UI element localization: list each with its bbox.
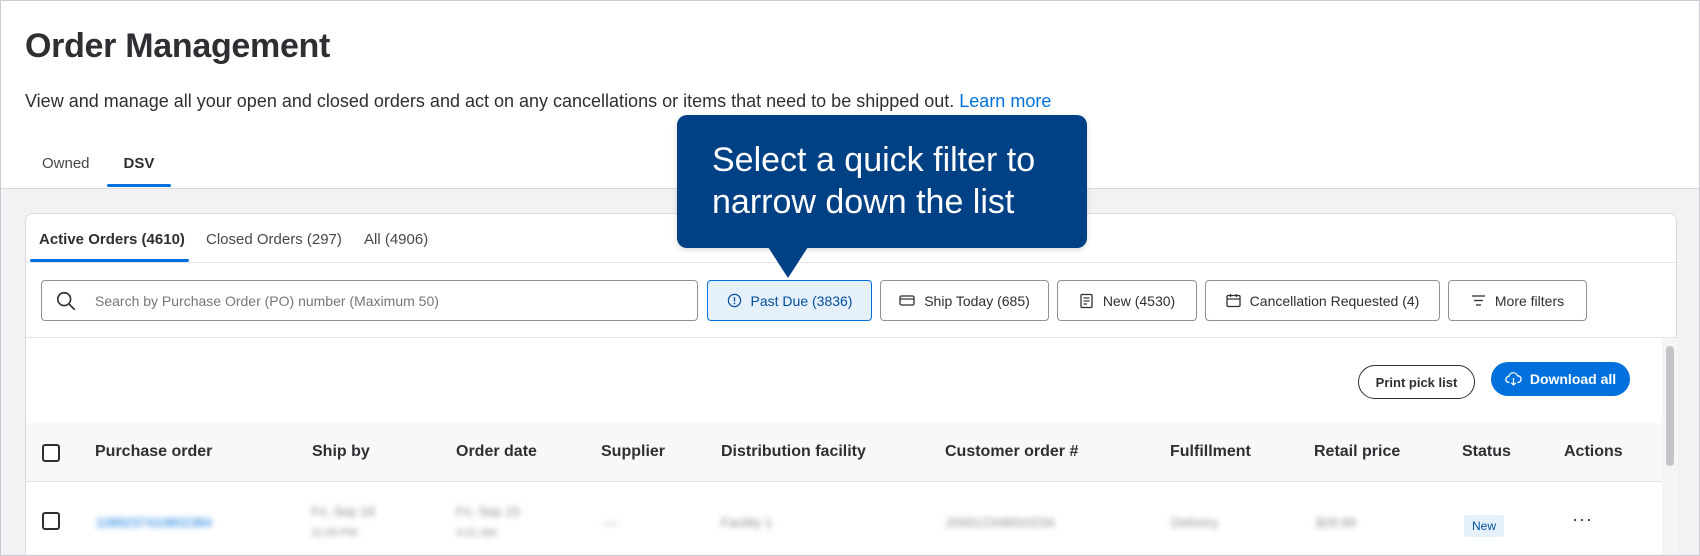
order-date-time: 4:21 AM [456, 527, 497, 539]
distribution-facility-value: Facility 1 [721, 515, 773, 530]
alert-circle-icon [727, 293, 741, 308]
select-all-checkbox[interactable] [42, 444, 60, 462]
filter-cancellation-requested[interactable]: Cancellation Requested (4) [1205, 280, 1440, 321]
tooltip-line-2: narrow down the list [712, 183, 1015, 221]
calendar-x-icon [1226, 294, 1241, 308]
ship-by-time: 11:59 PM [311, 527, 358, 539]
app-window: Order Management View and manage all you… [0, 0, 1700, 556]
filter-new[interactable]: New (4530) [1057, 280, 1197, 321]
filter-ship-today-label: Ship Today (685) [924, 292, 1030, 309]
table-scrollbar[interactable] [1662, 338, 1678, 555]
supplier-value: — [604, 515, 617, 530]
learn-more-link[interactable]: Learn more [959, 91, 1051, 111]
col-purchase-order[interactable]: Purchase order [95, 443, 212, 461]
filter-ship-today[interactable]: Ship Today (685) [880, 280, 1049, 321]
truck-icon [899, 295, 915, 306]
download-all-label: Download all [1529, 371, 1617, 387]
tab-active-orders[interactable]: Active Orders (4610) [39, 231, 185, 248]
page-description: View and manage all your open and closed… [25, 91, 1051, 112]
table-scrollbar-thumb[interactable] [1666, 346, 1674, 466]
col-order-date[interactable]: Order date [456, 443, 537, 461]
col-fulfillment[interactable]: Fulfillment [1170, 443, 1251, 461]
search-input[interactable]: Search by Purchase Order (PO) number (Ma… [41, 280, 698, 321]
retail-price-value: $29.99 [1316, 515, 1356, 530]
filter-new-label: New (4530) [1102, 292, 1176, 309]
tab-owned[interactable]: Owned [25, 151, 107, 187]
quick-filter-tooltip: Select a quick filter to narrow down the… [677, 115, 1087, 248]
col-status: Status [1462, 443, 1511, 460]
col-customer-order[interactable]: Customer order # [945, 443, 1078, 461]
order-date-value: Fri, Sep 15 [456, 504, 520, 519]
col-distribution-facility[interactable]: Distribution facility [721, 443, 866, 461]
page-title: Order Management [25, 27, 331, 65]
search-placeholder: Search by Purchase Order (PO) number (Ma… [95, 293, 439, 309]
row-checkbox[interactable] [42, 512, 60, 530]
fulfillment-value: Delivery [1171, 515, 1218, 530]
print-pick-list-button[interactable]: Print pick list [1358, 365, 1475, 399]
col-ship-by[interactable]: Ship by [312, 443, 370, 461]
tab-dsv[interactable]: DSV [106, 151, 172, 187]
more-filters-button[interactable]: More filters [1448, 280, 1587, 321]
row-actions-menu-icon[interactable]: ··· [1572, 509, 1593, 530]
cloud-download-icon [1505, 372, 1522, 386]
status-badge: New [1464, 515, 1505, 537]
col-actions: Actions [1564, 443, 1623, 460]
tooltip-arrow [768, 247, 808, 278]
table-row: 1089237410802384 Fri, Sep 19 11:59 PM Fr… [26, 483, 1662, 555]
document-icon [1080, 293, 1093, 308]
more-filters-label: More filters [1494, 292, 1565, 309]
col-supplier[interactable]: Supplier [601, 443, 665, 461]
top-tabs: Owned DSV [25, 151, 172, 187]
tab-closed-orders[interactable]: Closed Orders (297) [206, 231, 342, 248]
table-header: Purchase order Ship by Order date Suppli… [26, 423, 1662, 482]
download-all-button[interactable]: Download all [1491, 362, 1630, 396]
page-description-text: View and manage all your open and closed… [25, 91, 955, 111]
customer-order-value: 200012348910234 [946, 515, 1055, 530]
tooltip-line-1: Select a quick filter to [712, 141, 1036, 179]
filter-lines-icon [1471, 295, 1485, 306]
active-tab-indicator [30, 259, 189, 262]
search-icon [56, 291, 76, 311]
filter-past-due[interactable]: Past Due (3836) [707, 280, 872, 321]
filter-cancellation-label: Cancellation Requested (4) [1249, 292, 1420, 309]
col-retail-price[interactable]: Retail price [1314, 443, 1400, 461]
purchase-order-link[interactable]: 1089237410802384 [96, 515, 212, 530]
tab-all-orders[interactable]: All (4906) [364, 231, 428, 248]
ship-by-value: Fri, Sep 19 [311, 504, 375, 519]
filter-past-due-label: Past Due (3836) [750, 292, 853, 309]
